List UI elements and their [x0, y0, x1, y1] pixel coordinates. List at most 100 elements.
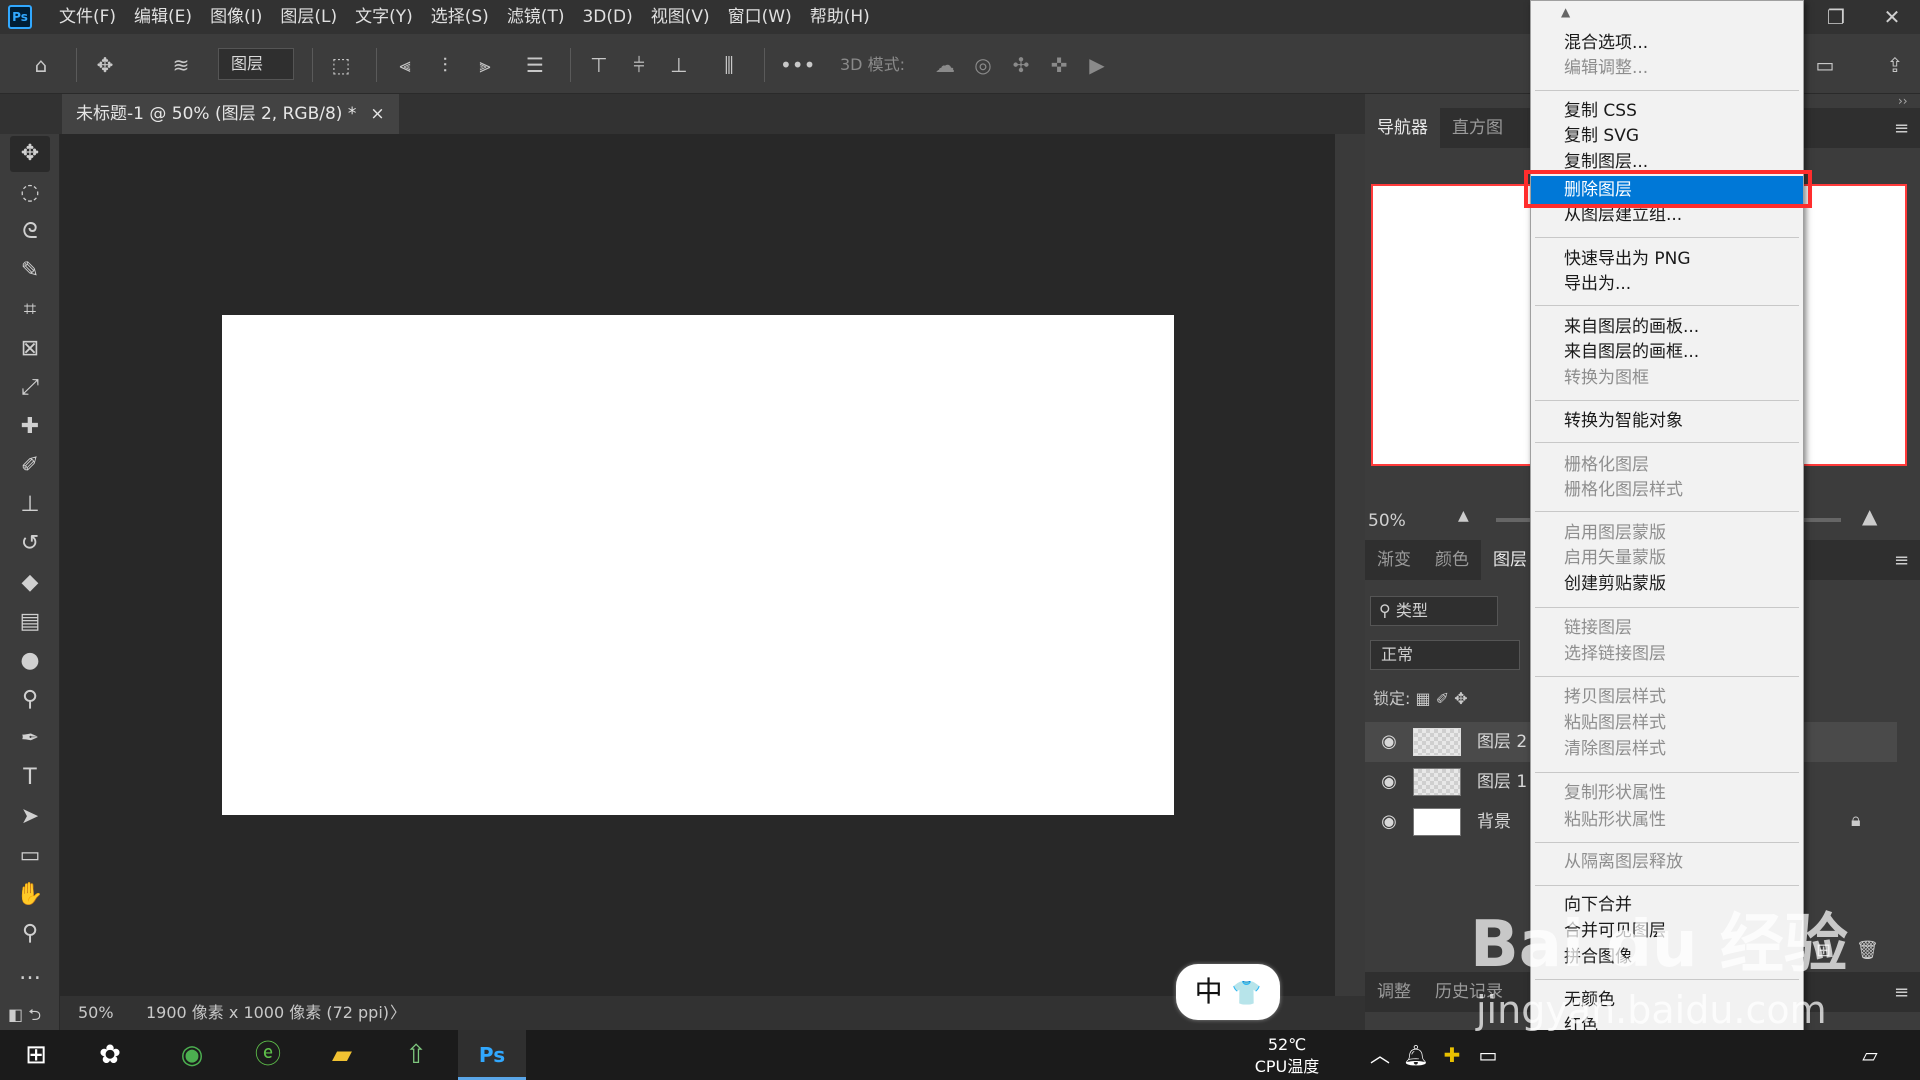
- eraser-tool-icon[interactable]: ◆: [10, 565, 50, 601]
- menu-help[interactable]: 帮助(H): [801, 0, 879, 34]
- dodge-tool-icon[interactable]: ⚲: [10, 682, 50, 718]
- eye-icon[interactable]: ◉: [1377, 810, 1401, 834]
- panel-menu-icon[interactable]: ≡: [1894, 982, 1909, 1003]
- tab-histogram[interactable]: 直方图: [1440, 108, 1515, 148]
- tray-app-icon[interactable]: ✚: [1434, 1030, 1470, 1080]
- transform-controls-icon[interactable]: ⬚: [326, 50, 356, 80]
- menu-item-blending-options[interactable]: 混合选项...: [1564, 30, 1648, 56]
- menu-item-convert-to-frame[interactable]: 转换为图框: [1564, 365, 1649, 391]
- default-colors-icon[interactable]: ◧ ⮌: [8, 1004, 41, 1031]
- status-zoom[interactable]: 50%: [78, 996, 114, 1030]
- windows-start-icon[interactable]: ⊞: [2, 1030, 70, 1080]
- distribute-vertical-icon[interactable]: ☰: [520, 50, 550, 80]
- menu-item-create-clipping-mask[interactable]: 创建剪贴蒙版: [1564, 571, 1666, 597]
- menu-item-clear-layer-style[interactable]: 清除图层样式: [1564, 736, 1666, 762]
- eye-icon[interactable]: ◉: [1377, 730, 1401, 754]
- edit-toolbar-icon[interactable]: …: [10, 955, 50, 991]
- rectangle-tool-icon[interactable]: ▭: [10, 838, 50, 874]
- blend-mode-dropdown[interactable]: 正常: [1370, 640, 1520, 670]
- gradient-tool-icon[interactable]: ▤: [10, 604, 50, 640]
- lock-paint-icon[interactable]: ✐: [1436, 689, 1449, 708]
- tray-overflow-icon[interactable]: ︿: [1362, 1030, 1398, 1080]
- align-right-icon[interactable]: ⫸: [470, 50, 500, 80]
- path-selection-tool-icon[interactable]: ➤: [10, 799, 50, 835]
- menu-item-rasterize-layer-style[interactable]: 栅格化图层样式: [1564, 477, 1683, 503]
- menu-item-link-layers[interactable]: 链接图层: [1564, 615, 1632, 641]
- hand-tool-icon[interactable]: ✋: [10, 877, 50, 913]
- brush-tool-icon[interactable]: ✐: [10, 448, 50, 484]
- app-pinwheel-icon[interactable]: ✿: [76, 1030, 144, 1080]
- tab-adjustments[interactable]: 调整: [1365, 972, 1423, 1012]
- type-tool-icon[interactable]: T: [10, 760, 50, 796]
- navigator-zoom-value[interactable]: 50%: [1368, 508, 1406, 534]
- delete-layer-icon[interactable]: 🗑︎: [1856, 940, 1879, 961]
- notification-bell-icon[interactable]: 🔔︎: [1398, 1030, 1434, 1080]
- browser-e-icon[interactable]: ⓔ: [234, 1030, 302, 1080]
- eyedropper-tool-icon[interactable]: ⤢: [10, 370, 50, 406]
- menu-item-frame-from-layers[interactable]: 来自图层的画框...: [1564, 339, 1699, 365]
- menu-select[interactable]: 选择(S): [422, 0, 498, 34]
- move-tool-icon[interactable]: ✥: [10, 136, 50, 172]
- auto-select-layers-icon[interactable]: ≋: [166, 50, 196, 80]
- menu-layer[interactable]: 图层(L): [271, 0, 346, 34]
- menu-3d[interactable]: 3D(D): [573, 0, 641, 34]
- menu-item-edit-adjustment[interactable]: 编辑调整...: [1564, 55, 1648, 81]
- vertical-scrollbar[interactable]: [1335, 134, 1365, 996]
- menu-view[interactable]: 视图(V): [642, 0, 719, 34]
- menu-type[interactable]: 文字(Y): [346, 0, 422, 34]
- 3d-scale-icon[interactable]: ▶: [1082, 50, 1112, 80]
- menu-item-copy-shape-attributes[interactable]: 复制形状属性: [1564, 780, 1666, 806]
- menu-window[interactable]: 窗口(W): [719, 0, 801, 34]
- lock-position-icon[interactable]: ✥: [1454, 689, 1467, 708]
- align-vertical-center-icon[interactable]: ⫩: [624, 50, 654, 80]
- share-icon[interactable]: ⇪: [1880, 50, 1910, 80]
- history-brush-tool-icon[interactable]: ↺: [10, 526, 50, 562]
- align-horizontal-center-icon[interactable]: ⫶: [430, 50, 460, 80]
- zoom-tool-icon[interactable]: ⚲: [10, 916, 50, 952]
- menu-item-copy-css[interactable]: 复制 CSS: [1564, 98, 1637, 124]
- photoshop-taskbar-icon[interactable]: Ps: [458, 1030, 526, 1080]
- menu-edit[interactable]: 编辑(E): [125, 0, 201, 34]
- 3d-roll-icon[interactable]: ◎: [968, 50, 998, 80]
- auto-select-target-dropdown[interactable]: 图层: [218, 48, 294, 80]
- workspace-icon[interactable]: ▭: [1810, 50, 1840, 80]
- menu-item-copy-svg[interactable]: 复制 SVG: [1564, 123, 1639, 149]
- menu-item-copy-layer-style[interactable]: 拷贝图层样式: [1564, 684, 1666, 710]
- crop-tool-icon[interactable]: ⌗: [10, 292, 50, 328]
- home-icon[interactable]: ⌂: [26, 50, 56, 80]
- menu-item-convert-to-smart-object[interactable]: 转换为智能对象: [1564, 408, 1683, 434]
- menu-item-artboard-from-layers[interactable]: 来自图层的画板...: [1564, 314, 1699, 340]
- menu-filter[interactable]: 滤镜(T): [498, 0, 574, 34]
- menu-item-quick-export-png[interactable]: 快速导出为 PNG: [1564, 246, 1691, 272]
- distribute-horizontal-icon[interactable]: ⫼: [714, 50, 744, 80]
- menu-item-enable-vector-mask[interactable]: 启用矢量蒙版: [1564, 545, 1666, 571]
- marquee-tool-icon[interactable]: ◌: [10, 175, 50, 211]
- file-explorer-icon[interactable]: ▰: [308, 1030, 376, 1080]
- status-menu-arrow[interactable]: 〉: [390, 996, 406, 1030]
- align-left-icon[interactable]: ⫷: [390, 50, 420, 80]
- chrome-icon[interactable]: ◉: [158, 1030, 226, 1080]
- panel-menu-icon[interactable]: ≡: [1894, 118, 1909, 139]
- close-tab-icon[interactable]: ×: [370, 94, 384, 134]
- tab-navigator[interactable]: 导航器: [1365, 108, 1440, 148]
- zoom-in-icon[interactable]: ▲: [1862, 504, 1877, 528]
- document-canvas[interactable]: [222, 315, 1174, 815]
- menu-item-release-from-isolation[interactable]: 从隔离图层释放: [1564, 849, 1683, 875]
- healing-brush-tool-icon[interactable]: ✚: [10, 409, 50, 445]
- tab-gradient[interactable]: 渐变: [1365, 540, 1423, 580]
- close-window-icon[interactable]: ✕: [1864, 0, 1920, 34]
- pen-tool-icon[interactable]: ✒: [10, 721, 50, 757]
- menu-file[interactable]: 文件(F): [50, 0, 125, 34]
- 3d-slide-icon[interactable]: ✜: [1044, 50, 1074, 80]
- menu-item-paste-shape-attributes[interactable]: 粘贴形状属性: [1564, 807, 1666, 833]
- collapse-panels-icon[interactable]: ››: [1898, 94, 1908, 108]
- panel-menu-icon[interactable]: ≡: [1894, 550, 1909, 571]
- menu-item-rasterize-layer[interactable]: 栅格化图层: [1564, 452, 1649, 478]
- clone-stamp-tool-icon[interactable]: ⊥: [10, 487, 50, 523]
- upload-app-icon[interactable]: ⇧: [382, 1030, 450, 1080]
- action-center-icon[interactable]: ▱: [1852, 1030, 1888, 1080]
- menu-item-export-as[interactable]: 导出为...: [1564, 271, 1631, 297]
- battery-icon[interactable]: ▭: [1470, 1030, 1506, 1080]
- menu-item-paste-layer-style[interactable]: 粘贴图层样式: [1564, 710, 1666, 736]
- menu-item-enable-layer-mask[interactable]: 启用图层蒙版: [1564, 520, 1666, 546]
